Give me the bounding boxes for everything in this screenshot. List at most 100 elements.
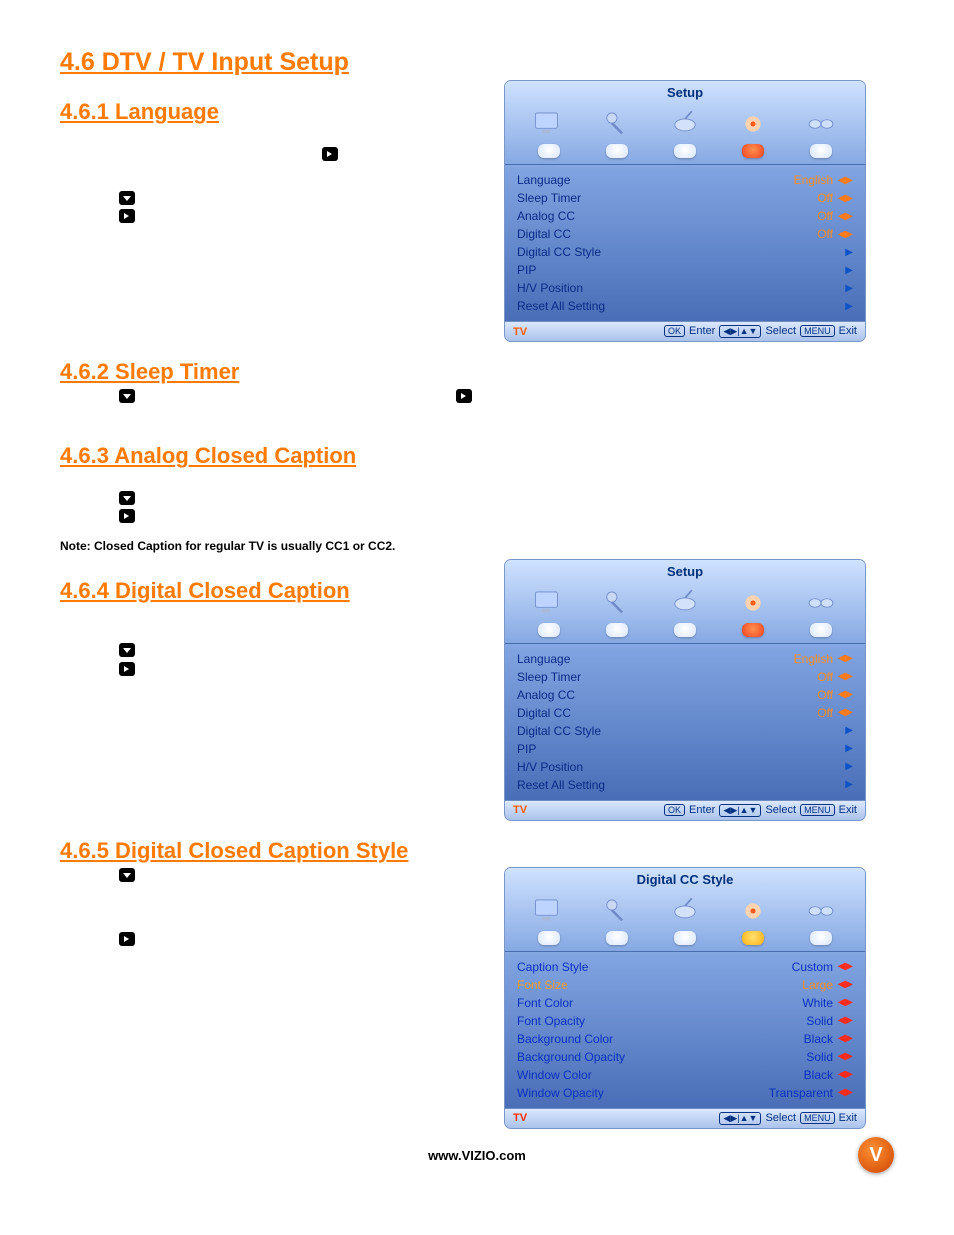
osd-row-value: Large — [773, 978, 833, 992]
tools-icon — [733, 585, 773, 621]
down-arrow-icon — [119, 491, 135, 505]
osd-row-label: Font Color — [517, 996, 773, 1010]
right-arrow-icon — [119, 209, 135, 223]
osd-tab — [810, 623, 832, 637]
paragraph: Press the button to highlight the Sleep … — [60, 389, 894, 425]
satellite-icon — [665, 585, 705, 621]
osd-row: Window Opacity Transparent ◀▶ — [517, 1084, 853, 1102]
osd-title: Digital CC Style — [505, 868, 865, 889]
osd-row-label: Analog CC — [517, 209, 773, 223]
osd-tab — [810, 144, 832, 158]
paragraph: When the MENU button is pressed, the On … — [60, 129, 490, 183]
osd-row-label: Reset All Setting — [517, 299, 773, 313]
osd-tab — [606, 623, 628, 637]
osd-row-label: Digital CC Style — [517, 724, 773, 738]
osd-tab — [606, 144, 628, 158]
osd-row: PIP ▶ — [517, 740, 853, 758]
osd-row-value: Off — [773, 670, 833, 684]
ok-key-icon: OK — [664, 325, 685, 337]
lr-arrow-icon: ◀▶ — [837, 1015, 853, 1026]
osd-title: Setup — [505, 81, 865, 102]
osd-row-label: Digital CC — [517, 706, 773, 720]
paragraph: Press the button to highlight the Digita… — [60, 868, 490, 922]
osd-row: Analog CC Off ◀▶ — [517, 686, 853, 704]
osd-row-label: Sleep Timer — [517, 191, 773, 205]
heading-4-6: 4.6 DTV / TV Input Setup — [60, 48, 894, 77]
lr-arrow-icon: ◀▶ — [837, 1051, 853, 1062]
goggles-icon — [801, 106, 841, 142]
osd-row: PIP ▶ — [517, 261, 853, 279]
osd-row: Font Opacity Solid ◀▶ — [517, 1012, 853, 1030]
osd-tab — [742, 144, 764, 158]
osd-row: Font Size Large ◀▶ — [517, 976, 853, 994]
osd-tab — [538, 623, 560, 637]
lr-arrow-icon: ◀▶ — [837, 997, 853, 1008]
right-arrow-icon — [119, 662, 135, 676]
nav-key-icon: ◀▶|▲▼ — [719, 1112, 761, 1125]
lr-arrow-icon: ◀▶ — [837, 1069, 853, 1080]
paragraph: Press the button to highlight the Analog… — [60, 491, 894, 510]
osd-row-label: PIP — [517, 742, 773, 756]
down-arrow-icon — [119, 868, 135, 882]
heading-4-6-3: 4.6.3 Analog Closed Caption — [60, 443, 894, 469]
osd-row-label: Font Opacity — [517, 1014, 773, 1028]
lr-arrow-icon: ◀▶ — [837, 707, 853, 718]
osd-setup-menu: Setup Language English ◀▶ Sleep Timer Of… — [505, 560, 865, 820]
right-arrow-icon — [456, 389, 472, 403]
osd-row: Analog CC Off ◀▶ — [517, 207, 853, 225]
osd-row-value: Transparent — [769, 1086, 833, 1100]
nav-key-icon: ◀▶|▲▼ — [719, 804, 761, 817]
osd-tab — [674, 931, 696, 945]
osd-row-value: Solid — [773, 1014, 833, 1028]
heading-4-6-2: 4.6.2 Sleep Timer — [60, 359, 894, 385]
satellite-icon — [665, 106, 705, 142]
osd-source-label: TV — [513, 804, 527, 816]
osd-row-label: PIP — [517, 263, 773, 277]
osd-tab — [606, 931, 628, 945]
right-arrow-icon — [119, 932, 135, 946]
lr-arrow-icon: ◀▶ — [837, 653, 853, 664]
osd-row-label: Window Color — [517, 1068, 773, 1082]
osd-row: Font Color White ◀▶ — [517, 994, 853, 1012]
osd-row-label: H/V Position — [517, 760, 773, 774]
osd-footer: TV OK Enter ◀▶|▲▼ Select MENU Exit — [505, 321, 865, 341]
nav-key-icon: ◀▶|▲▼ — [719, 325, 761, 338]
paragraph: Press the button to highlight the Digita… — [60, 643, 490, 662]
osd-setup-menu: Setup Language English ◀▶ Sleep Timer Of… — [505, 81, 865, 341]
right-arrow-icon: ▶ — [837, 247, 853, 258]
osd-row-label: Background Opacity — [517, 1050, 773, 1064]
osd-row-value: Black — [773, 1068, 833, 1082]
osd-tab — [674, 144, 696, 158]
tools-icon — [733, 893, 773, 929]
osd-row-value: White — [773, 996, 833, 1010]
osd-tab — [674, 623, 696, 637]
osd-row-value: Black — [773, 1032, 833, 1046]
right-arrow-icon: ▶ — [837, 779, 853, 790]
lr-arrow-icon: ◀▶ — [837, 193, 853, 204]
menu-key-icon: MENU — [800, 325, 835, 337]
menu-key-icon: MENU — [800, 804, 835, 816]
osd-row: Background Opacity Solid ◀▶ — [517, 1048, 853, 1066]
osd-row-label: Background Color — [517, 1032, 773, 1046]
satellite-icon — [665, 893, 705, 929]
osd-footer: TV ◀▶|▲▼ Select MENU Exit — [505, 1108, 865, 1128]
heading-4-6-4: 4.6.4 Digital Closed Caption — [60, 578, 490, 604]
heading-4-6-1: 4.6.1 Language — [60, 99, 490, 125]
osd-row-value: Off — [773, 227, 833, 241]
osd-row-label: Sleep Timer — [517, 670, 773, 684]
osd-row: Digital CC Style ▶ — [517, 722, 853, 740]
osd-row-value: Off — [773, 706, 833, 720]
paragraph: Press the button to select the desired O… — [60, 209, 490, 245]
osd-row: H/V Position ▶ — [517, 758, 853, 776]
osd-footer: TV OK Enter ◀▶|▲▼ Select MENU Exit — [505, 800, 865, 820]
osd-row: Language English ◀▶ — [517, 650, 853, 668]
right-arrow-icon: ▶ — [837, 725, 853, 736]
osd-row: Window Color Black ◀▶ — [517, 1066, 853, 1084]
osd-row-value: Solid — [773, 1050, 833, 1064]
osd-row: Reset All Setting ▶ — [517, 297, 853, 315]
osd-row-label: Language — [517, 652, 773, 666]
ok-key-icon: OK — [664, 804, 685, 816]
osd-row: Sleep Timer Off ◀▶ — [517, 668, 853, 686]
osd-row: Caption Style Custom ◀▶ — [517, 958, 853, 976]
down-arrow-icon — [119, 643, 135, 657]
